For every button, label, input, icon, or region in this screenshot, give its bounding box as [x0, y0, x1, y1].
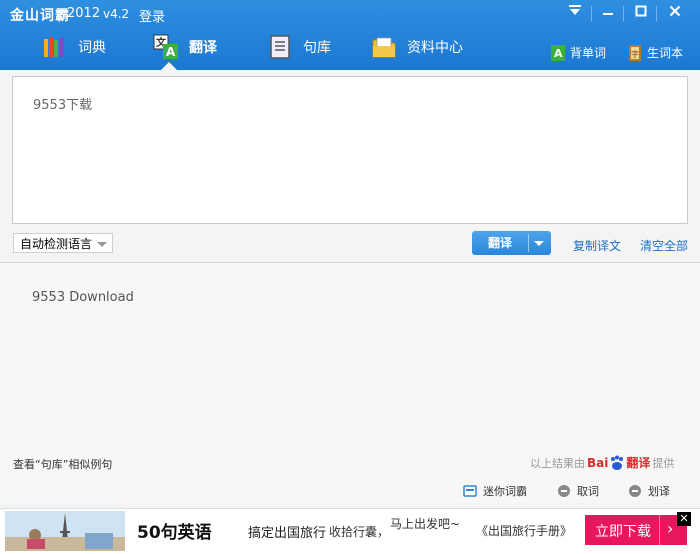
attribution-suffix: 提供 [652, 456, 675, 470]
button-separator [528, 234, 529, 252]
document-icon [267, 34, 293, 60]
login-link[interactable]: 登录 [139, 6, 165, 25]
window-separator [656, 6, 657, 22]
ad-travel-image [5, 511, 125, 551]
app-logo: 金山词霸 [10, 8, 70, 24]
tab-translate[interactable]: 文 A 翻译 [153, 30, 217, 64]
close-icon[interactable] [664, 3, 686, 23]
clear-all-link[interactable]: 清空全部 [640, 237, 688, 254]
tab-resources[interactable]: 资料中心 [371, 30, 463, 64]
ad-close-icon[interactable]: ✕ [677, 512, 691, 526]
button-separator [659, 515, 660, 545]
mini-dictionary-button[interactable]: 迷你词霸 [463, 483, 527, 499]
pick-word-label: 取词 [577, 485, 599, 498]
ad-book-title: 《出国旅行手册》 [476, 524, 573, 538]
pick-word-toggle[interactable]: 取词 [557, 483, 599, 499]
menu-triangle-icon[interactable] [564, 3, 586, 23]
ad-headline-rest: 搞定出国旅行 [248, 526, 327, 541]
language-select-value: 自动检测语言 [20, 237, 93, 251]
tab-label: 词典 [78, 40, 106, 56]
ad-headline: 50句英语 [137, 518, 212, 543]
svg-text:字: 字 [631, 49, 639, 59]
baidu-logo: Bai 翻译 [587, 454, 650, 471]
mini-dictionary-label: 迷你词霸 [483, 485, 527, 498]
source-text: 9553下载 [33, 98, 93, 113]
mini-window-icon [463, 484, 477, 498]
folder-icon [371, 34, 397, 60]
ad-headline-word: 英语 [177, 523, 212, 543]
maximize-icon[interactable] [630, 3, 652, 23]
svg-text:A: A [554, 47, 563, 60]
vocab-label: 背单词 [570, 46, 607, 60]
translation-result: 9553 Download [32, 290, 134, 305]
attribution: 以上结果由 Bai 翻译 提供 [530, 454, 674, 471]
tab-dictionary[interactable]: 词典 [42, 30, 106, 64]
ad-banner[interactable]: 50句英语 搞定出国旅行 收拾行囊， 马上出发吧~ 《出国旅行手册》 立即下载 … [0, 508, 700, 554]
tab-sentences[interactable]: 句库 [267, 30, 331, 64]
svg-text:A: A [166, 45, 176, 59]
wordbook-button[interactable]: 字 生词本 [628, 44, 683, 61]
attribution-prefix: 以上结果由 [530, 456, 585, 470]
wordbook-label: 生词本 [647, 46, 684, 60]
tab-label: 句库 [303, 40, 331, 56]
tab-label: 翻译 [189, 40, 217, 56]
baidu-translate-text: 翻译 [626, 456, 651, 470]
chevron-down-icon [97, 242, 107, 247]
app-year: 2012 [67, 6, 101, 21]
baidu-brand-text: Bai [587, 455, 609, 470]
source-text-area[interactable]: 9553下载 [12, 76, 688, 224]
books-icon [42, 34, 68, 60]
example-sentences-link[interactable]: 查看“句库”相似例句 [13, 456, 112, 472]
window-separator [591, 6, 592, 22]
ad-download-button[interactable]: 立即下载 › [585, 515, 687, 545]
vocab-button[interactable]: A 背单词 [551, 44, 606, 61]
tab-label: 资料中心 [407, 40, 463, 56]
chevron-down-icon[interactable] [534, 241, 544, 246]
copy-translation-link[interactable]: 复制译文 [573, 237, 621, 254]
active-tab-indicator [161, 62, 177, 70]
paw-icon [609, 455, 625, 471]
translate-button-label: 翻译 [487, 236, 512, 250]
select-translate-toggle[interactable]: 划译 [628, 483, 670, 499]
translate-icon: 文 A [153, 34, 179, 60]
language-select[interactable]: 自动检测语言 [13, 233, 113, 253]
select-translate-label: 划译 [648, 485, 670, 498]
translate-button[interactable]: 翻译 [472, 231, 551, 255]
ad-download-label: 立即下载 [595, 524, 651, 540]
ad-subline-1: 收拾行囊， [329, 525, 390, 539]
ad-headline-number: 50句 [137, 523, 178, 543]
title-bar: 金山词霸 2012 v4.2 登录 词典 文 A 翻译 句库 资料中心 A 背单… [0, 0, 700, 70]
ad-subline-2: 马上出发吧~ [390, 517, 461, 531]
minus-circle-icon [557, 484, 571, 498]
window-separator [623, 6, 624, 22]
app-version: v4.2 [103, 7, 130, 21]
chevron-right-icon: › [667, 519, 674, 538]
wordbook-icon: 字 [628, 44, 642, 61]
minus-circle-icon [628, 484, 642, 498]
vocab-icon: A [551, 44, 565, 61]
minimize-icon[interactable] [597, 3, 619, 23]
